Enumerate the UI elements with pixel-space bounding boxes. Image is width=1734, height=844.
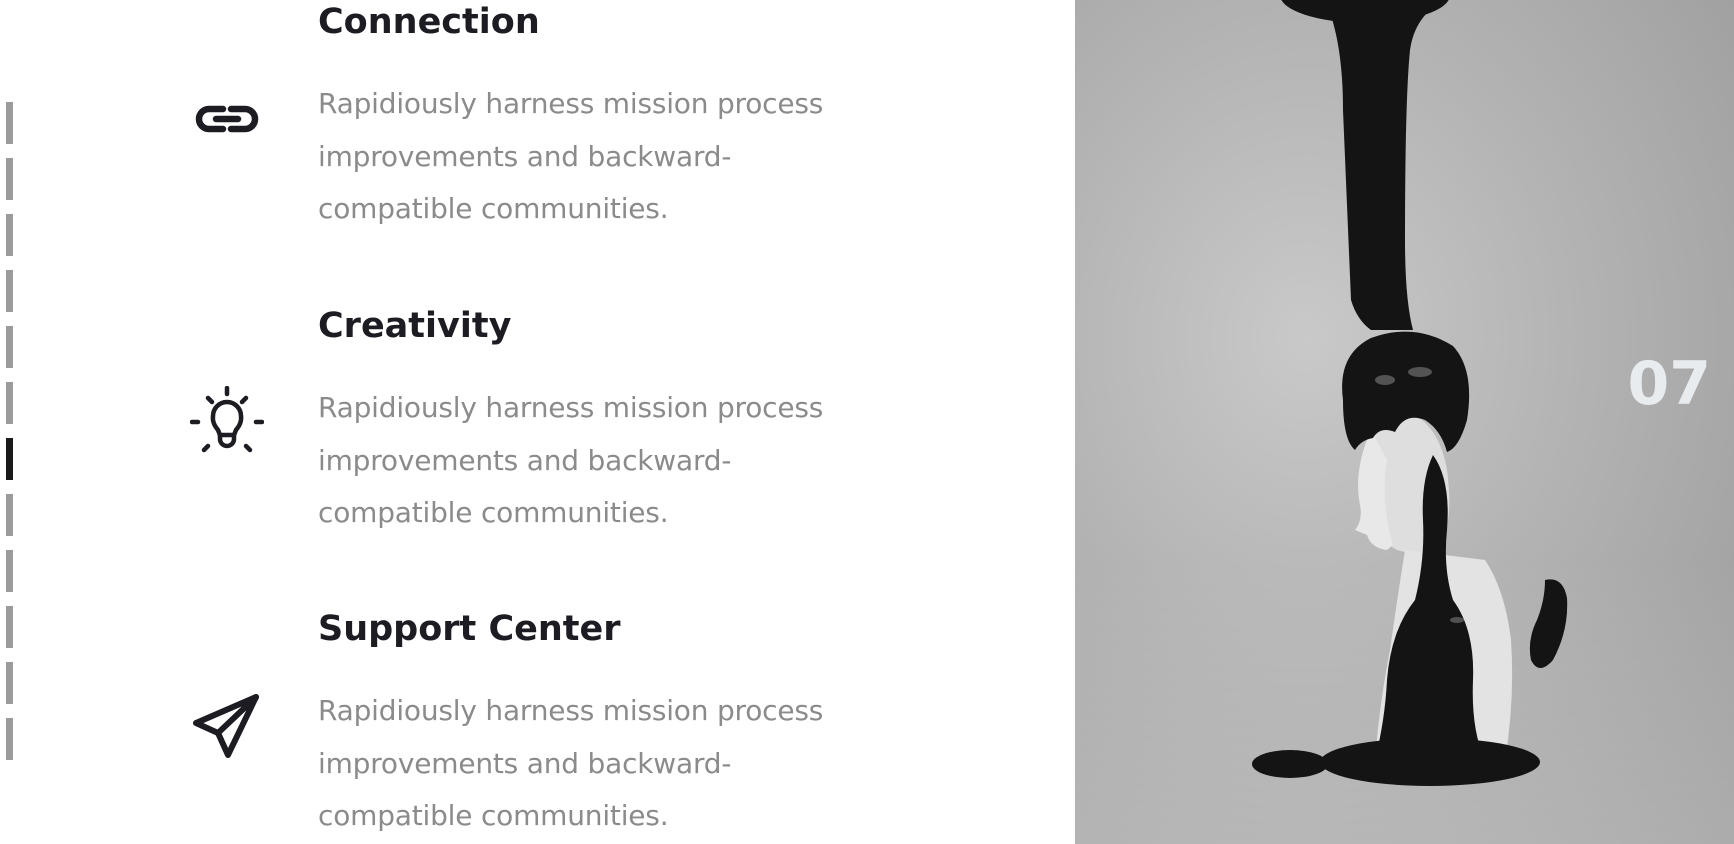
page-pagination: [6, 102, 14, 772]
feature-title: Support Center: [318, 609, 621, 649]
feature-title: Creativity: [318, 306, 512, 346]
pagination-dot-1[interactable]: [6, 102, 13, 144]
paper-plane-icon: [190, 689, 264, 763]
hero-image: 07: [1075, 0, 1734, 844]
pagination-dot-3[interactable]: [6, 214, 13, 256]
pagination-dot-7-active[interactable]: [6, 438, 13, 480]
feature-description: Rapidiously harness mission process impr…: [318, 87, 824, 225]
pagination-dot-2[interactable]: [6, 158, 13, 200]
pagination-dot-11[interactable]: [6, 662, 13, 704]
pagination-dot-8[interactable]: [6, 494, 13, 536]
feature-title: Connection: [318, 2, 540, 42]
pagination-dot-10[interactable]: [6, 606, 13, 648]
pagination-dot-5[interactable]: [6, 326, 13, 368]
feature-description: Rapidiously harness mission process impr…: [318, 391, 824, 529]
feature-description: Rapidiously harness mission process impr…: [318, 694, 824, 832]
slide-number: 07: [1627, 349, 1712, 419]
pagination-dot-12[interactable]: [6, 718, 13, 760]
pagination-dot-4[interactable]: [6, 270, 13, 312]
link-icon: [190, 82, 264, 156]
lightbulb-icon: [190, 386, 264, 460]
pagination-dot-9[interactable]: [6, 550, 13, 592]
pagination-dot-6[interactable]: [6, 382, 13, 424]
